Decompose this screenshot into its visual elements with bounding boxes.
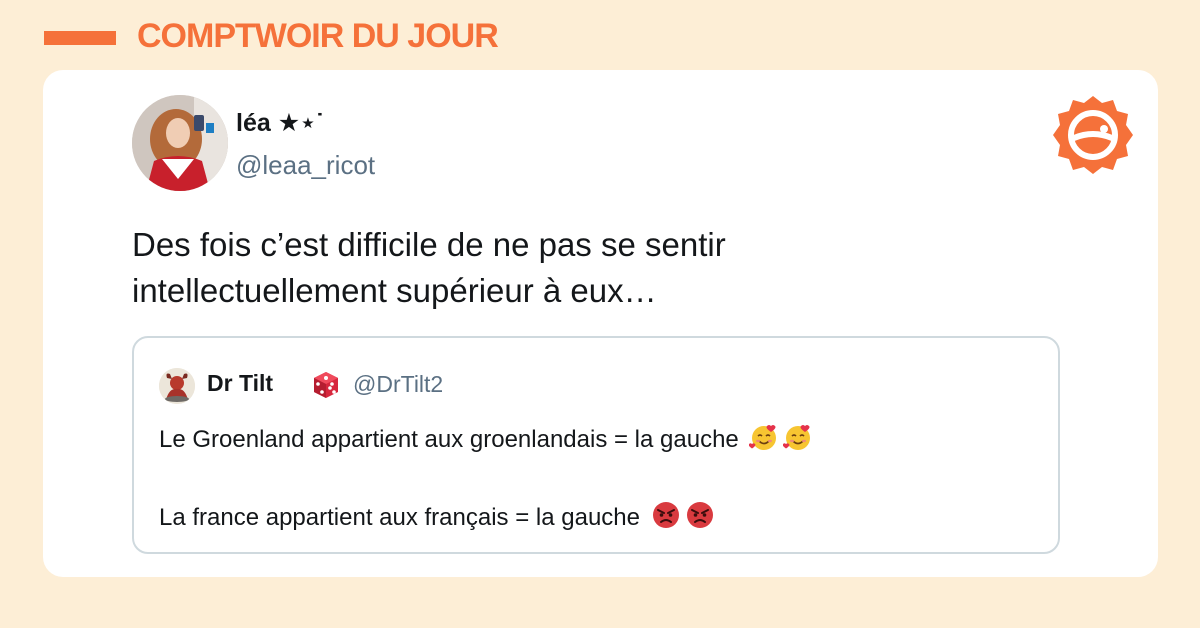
angry-face-icon [685,500,715,537]
quoted-text-line: La france appartient aux français = la g… [159,500,715,537]
smiling-face-with-hearts-icon [749,422,779,459]
quoted-tweet[interactable]: Dr Tilt @DrTilt2 Le Groenland appartient… [132,336,1060,554]
banner-accent-bar [44,31,116,45]
quoted-text: La france appartient aux français = la g… [159,503,640,531]
smiling-face-with-hearts-icon [783,422,813,459]
author-handle[interactable]: @leaa_ricot [236,150,375,181]
quoted-text: Le Groenland appartient aux groenlandais… [159,425,739,453]
quoted-author-name[interactable]: Dr Tilt [207,370,273,397]
tweet-text: Des fois c’est difficile de ne pas se se… [132,222,1032,314]
comptwoir-logo-icon [1053,96,1133,174]
quoted-author-avatar[interactable] [159,368,195,404]
bull-avatar-icon [159,368,195,404]
quoted-text-line: Le Groenland appartient aux groenlandais… [159,422,813,459]
quoted-author-handle[interactable]: @DrTilt2 [353,371,443,398]
profile-photo-icon [132,95,228,191]
author-display-name[interactable]: léa ★⋆˙ [236,108,324,138]
tweet-text-line: Des fois c’est difficile de ne pas se se… [132,226,726,263]
game-die-icon [314,372,338,398]
author-avatar[interactable] [132,95,228,191]
tweet-text-line: intellectuellement supérieur à eux… [132,272,657,309]
tweet-card: léa ★⋆˙ @leaa_ricot Des fois c’est diffi… [43,70,1158,577]
angry-face-icon [651,500,681,537]
banner-title: COMPTWOIR DU JOUR [137,17,499,55]
